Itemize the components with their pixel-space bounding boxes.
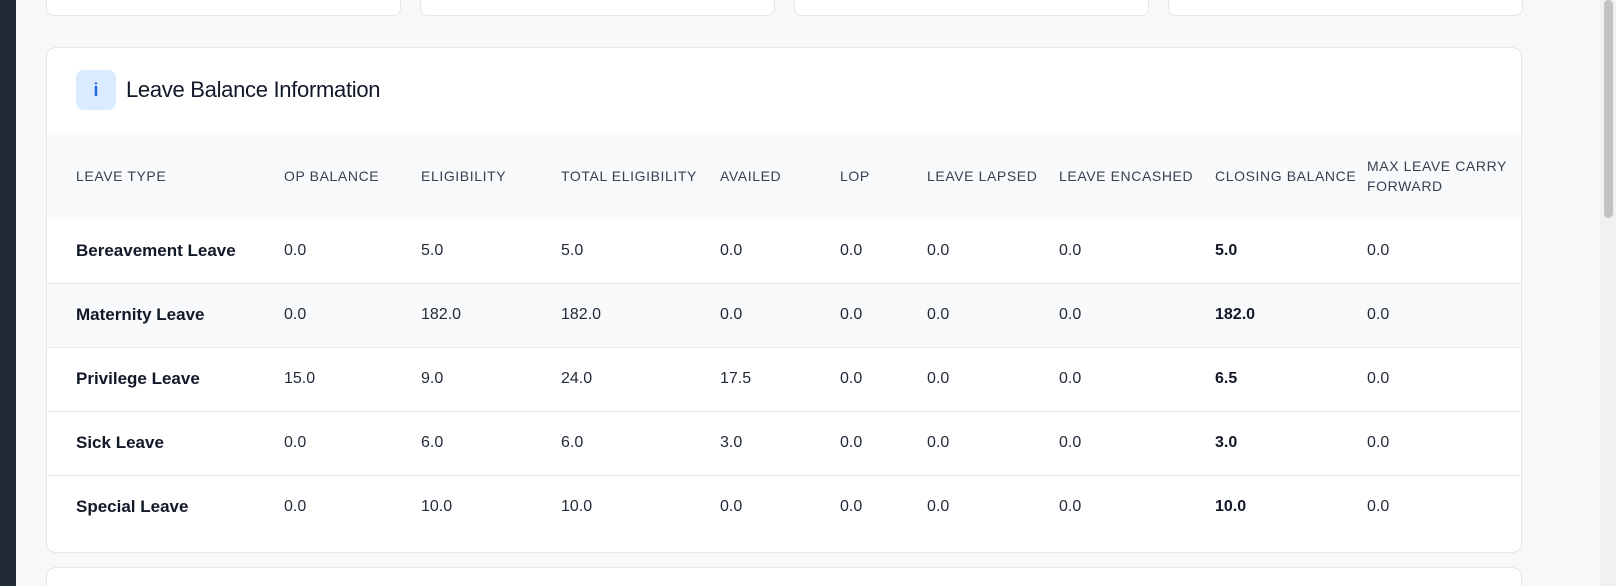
column-header-lop[interactable]: LOP <box>840 132 927 219</box>
lop-cell: 0.0 <box>840 498 863 516</box>
leave-type-cell: Maternity Leave <box>76 305 205 324</box>
lop-cell: 0.0 <box>840 306 863 323</box>
scrollbar-thumb[interactable] <box>1604 0 1613 218</box>
leave-lapsed-cell: 0.0 <box>927 370 950 387</box>
op-balance-cell: 0.0 <box>284 434 307 451</box>
eligibility-cell: 5.0 <box>421 241 444 259</box>
closing-balance-cell: 3.0 <box>1215 434 1238 451</box>
max-carry-forward-cell: 0.0 <box>1367 306 1390 323</box>
table-row: Maternity Leave 0.0 182.0 182.0 0.0 0.0 … <box>47 283 1521 347</box>
table-row: Sick Leave 0.0 6.0 6.0 3.0 0.0 0.0 0.0 3… <box>47 411 1521 475</box>
info-icon: i <box>76 70 116 110</box>
leave-encashed-cell: 0.0 <box>1059 241 1082 259</box>
column-header-closing-balance[interactable]: CLOSING BALANCE <box>1215 132 1367 219</box>
availed-cell: 17.5 <box>720 370 752 387</box>
leave-type-cell: Sick Leave <box>76 433 164 452</box>
total-eligibility-cell: 182.0 <box>561 306 602 323</box>
column-header-leave-lapsed[interactable]: LEAVE LAPSED <box>927 132 1059 219</box>
eligibility-cell: 9.0 <box>421 370 444 387</box>
availed-cell: 0.0 <box>720 241 743 259</box>
eligibility-cell: 182.0 <box>421 306 462 323</box>
summary-card <box>794 0 1149 16</box>
leave-lapsed-cell: 0.0 <box>927 498 950 516</box>
column-header-max-leave-carry-forward[interactable]: MAX LEAVE CARRY FORWARD <box>1367 132 1521 219</box>
lop-cell: 0.0 <box>840 434 863 451</box>
eligibility-cell: 10.0 <box>421 498 453 516</box>
leave-type-cell: Privilege Leave <box>76 369 200 388</box>
leave-type-cell: Special Leave <box>76 497 189 517</box>
summary-card <box>46 0 401 16</box>
summary-card <box>1168 0 1523 16</box>
column-header-availed[interactable]: AVAILED <box>720 132 840 219</box>
column-header-leave-type[interactable]: LEAVE TYPE <box>47 132 284 219</box>
leave-lapsed-cell: 0.0 <box>927 306 950 323</box>
op-balance-cell: 0.0 <box>284 241 307 259</box>
column-header-op-balance[interactable]: OP BALANCE <box>284 132 421 219</box>
eligibility-cell: 6.0 <box>421 434 444 451</box>
summary-card <box>420 0 775 16</box>
leave-encashed-cell: 0.0 <box>1059 498 1082 516</box>
max-carry-forward-cell: 0.0 <box>1367 434 1390 451</box>
leave-lapsed-cell: 0.0 <box>927 241 950 259</box>
table-row: Bereavement Leave 0.0 5.0 5.0 0.0 0.0 0.… <box>47 219 1521 283</box>
leave-balance-panel: i Leave Balance Information LEAVE TYPE O… <box>46 47 1522 553</box>
total-eligibility-cell: 6.0 <box>561 434 584 451</box>
leave-encashed-cell: 0.0 <box>1059 370 1082 387</box>
leave-encashed-cell: 0.0 <box>1059 434 1082 451</box>
total-eligibility-cell: 10.0 <box>561 498 593 516</box>
sidebar-edge <box>0 0 16 586</box>
max-carry-forward-cell: 0.0 <box>1367 498 1390 516</box>
availed-cell: 0.0 <box>720 306 743 323</box>
op-balance-cell: 15.0 <box>284 370 316 387</box>
closing-balance-cell: 10.0 <box>1215 498 1247 516</box>
total-eligibility-cell: 5.0 <box>561 241 584 259</box>
column-header-eligibility[interactable]: ELIGIBILITY <box>421 132 561 219</box>
leave-encashed-cell: 0.0 <box>1059 306 1082 323</box>
next-section-card <box>46 567 1522 586</box>
closing-balance-cell: 5.0 <box>1215 241 1238 259</box>
op-balance-cell: 0.0 <box>284 498 307 516</box>
availed-cell: 0.0 <box>720 498 743 516</box>
leave-lapsed-cell: 0.0 <box>927 434 950 451</box>
lop-cell: 0.0 <box>840 241 863 259</box>
total-eligibility-cell: 24.0 <box>561 370 593 387</box>
column-header-leave-encashed[interactable]: LEAVE ENCASHED <box>1059 132 1215 219</box>
table-row: Special Leave 0.0 10.0 10.0 0.0 0.0 0.0 … <box>47 475 1521 539</box>
closing-balance-cell: 6.5 <box>1215 370 1238 387</box>
lop-cell: 0.0 <box>840 370 863 387</box>
leave-balance-table: LEAVE TYPE OP BALANCE ELIGIBILITY TOTAL … <box>47 132 1521 539</box>
page-scrollbar[interactable] <box>1600 0 1616 586</box>
availed-cell: 3.0 <box>720 434 743 451</box>
table-row: Privilege Leave 15.0 9.0 24.0 17.5 0.0 0… <box>47 347 1521 411</box>
column-header-total-eligibility[interactable]: TOTAL ELIGIBILITY <box>561 132 720 219</box>
panel-header: i Leave Balance Information <box>47 48 1521 132</box>
max-carry-forward-cell: 0.0 <box>1367 370 1390 387</box>
table-header-row: LEAVE TYPE OP BALANCE ELIGIBILITY TOTAL … <box>47 132 1521 219</box>
max-carry-forward-cell: 0.0 <box>1367 241 1390 259</box>
leave-type-cell: Bereavement Leave <box>76 240 236 260</box>
closing-balance-cell: 182.0 <box>1215 306 1256 323</box>
op-balance-cell: 0.0 <box>284 306 307 323</box>
panel-title: Leave Balance Information <box>126 77 381 102</box>
